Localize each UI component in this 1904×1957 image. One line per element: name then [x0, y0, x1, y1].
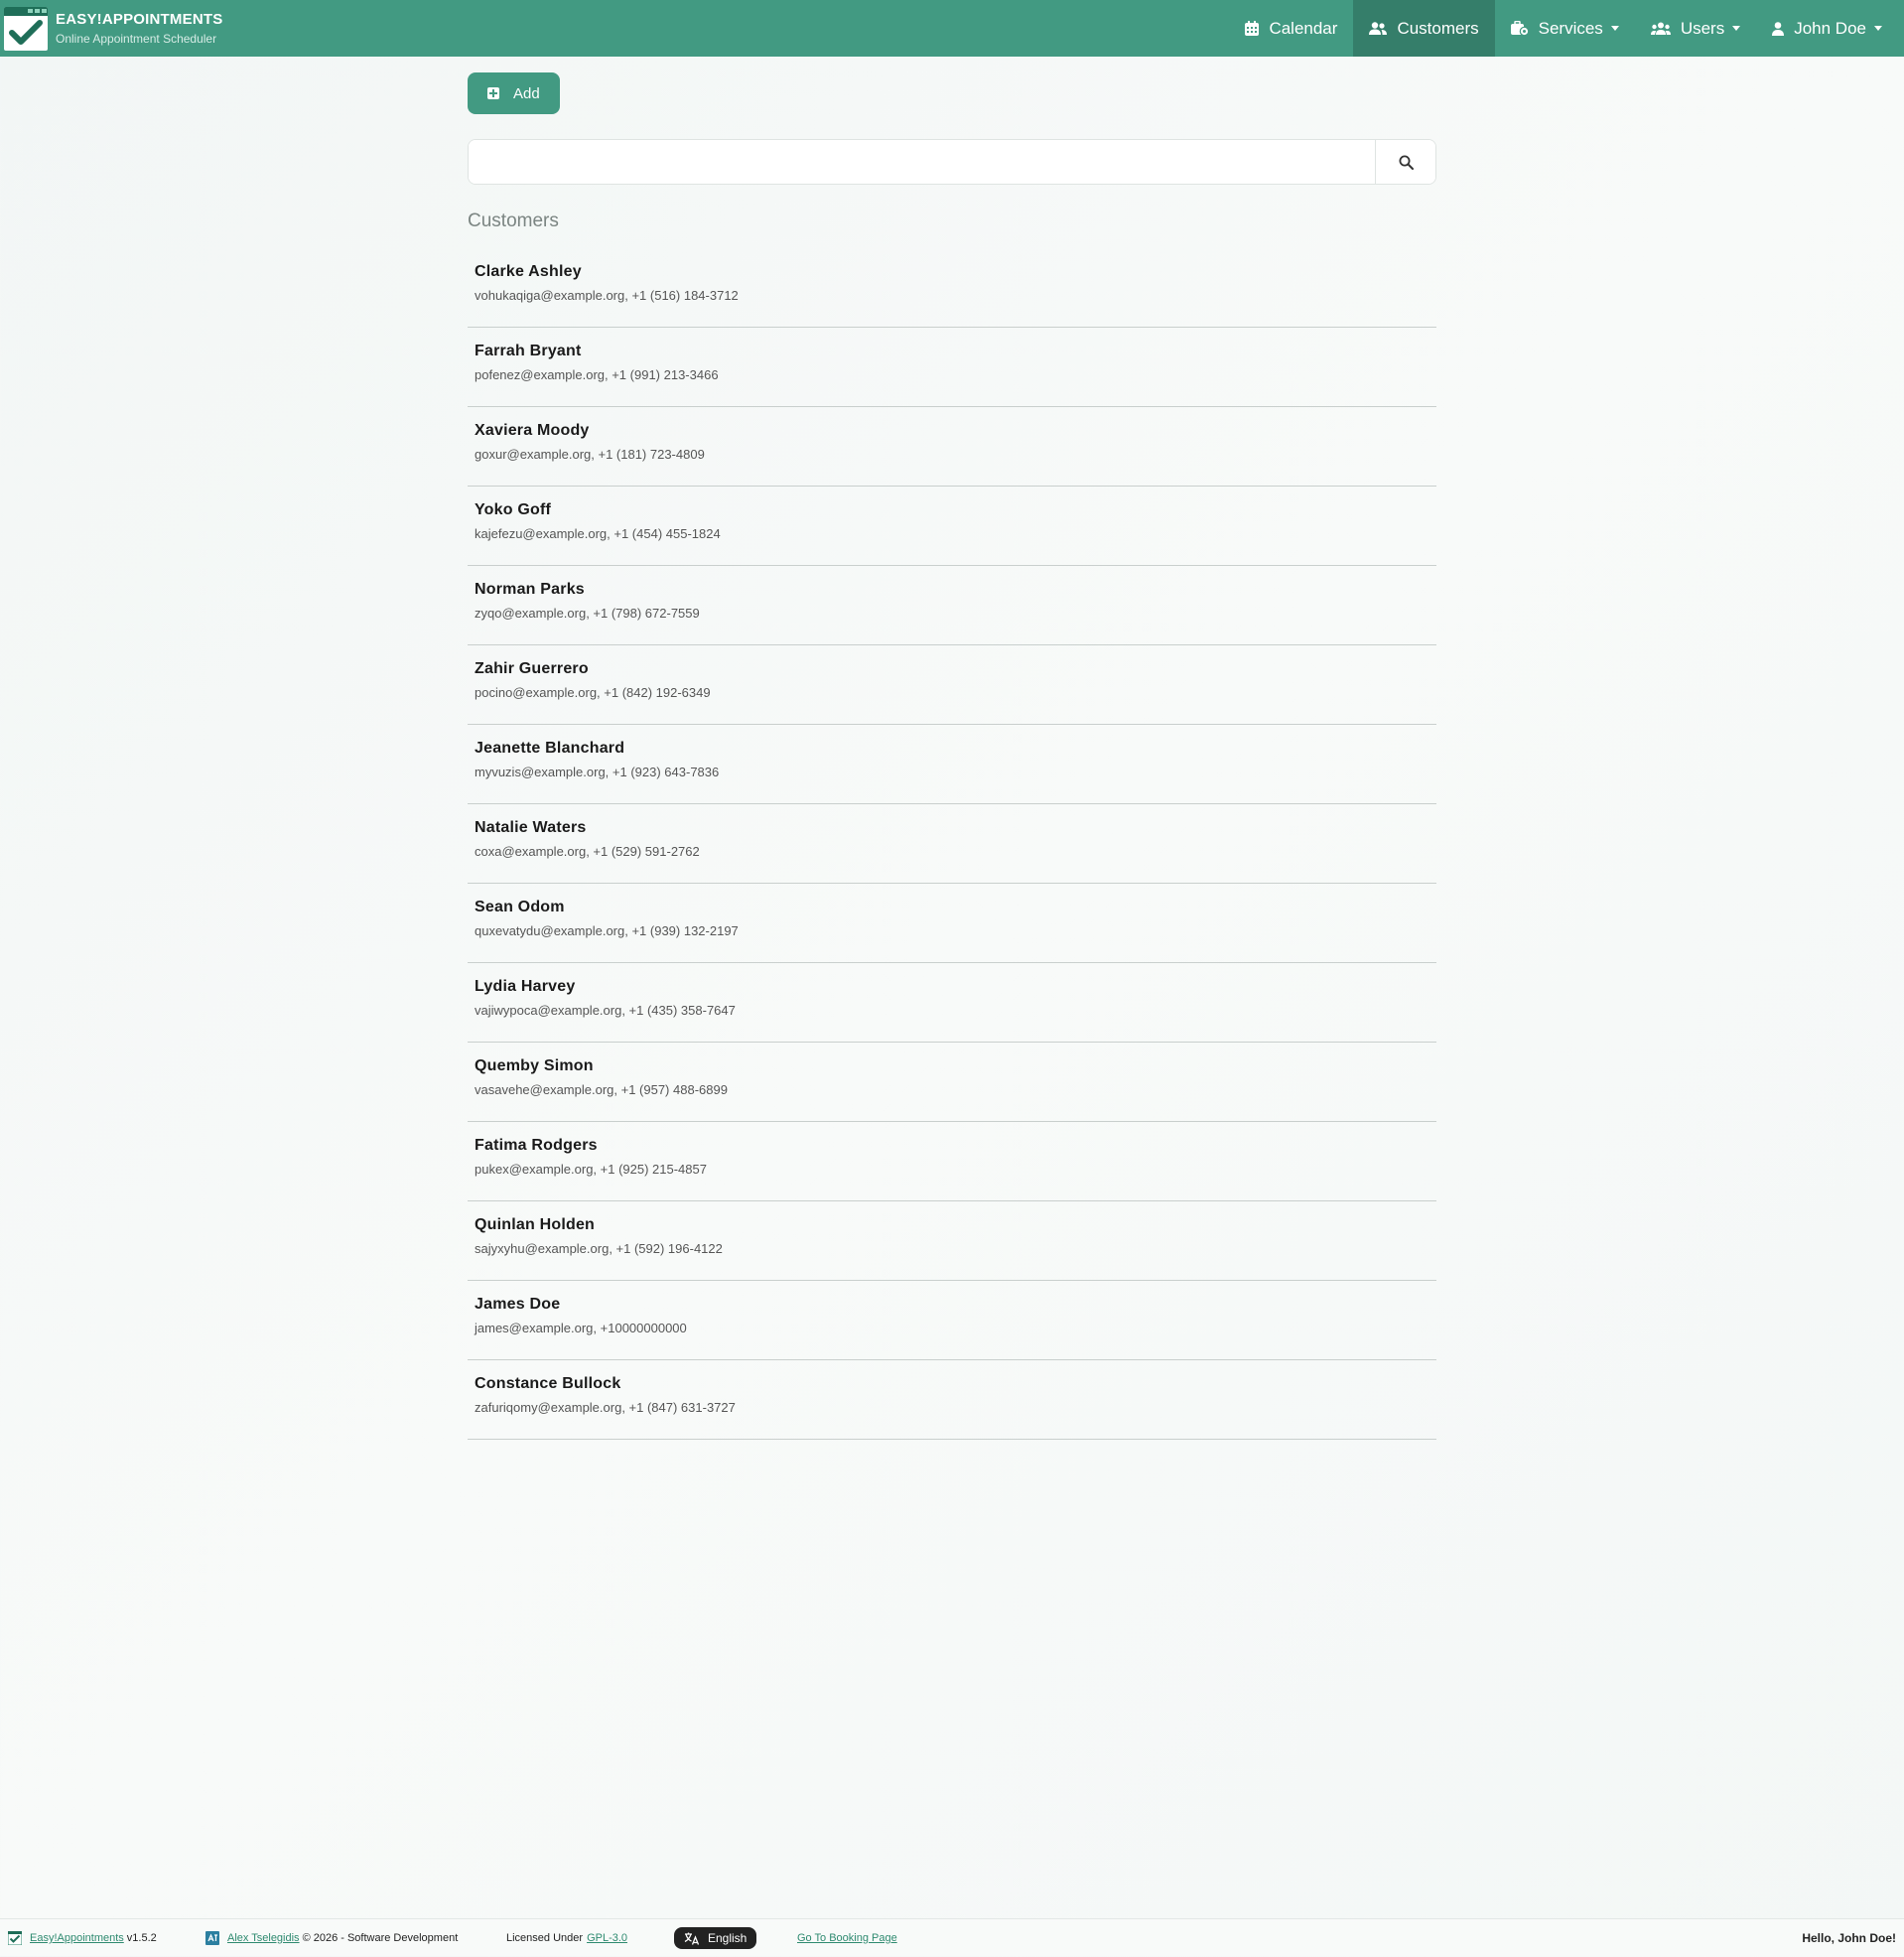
nav-users-dropdown[interactable]: Users: [1635, 0, 1756, 57]
chevron-down-icon: [1874, 26, 1882, 31]
customer-list-item[interactable]: Xaviera Moody goxur@example.org, +1 (181)…: [468, 407, 1436, 487]
nav-users-label: Users: [1680, 18, 1725, 38]
customer-contact: james@example.org, +10000000000: [475, 1321, 687, 1335]
customer-name: Yoko Goff: [475, 501, 552, 518]
footer-copyright: © 2026 - Software Development: [302, 1932, 459, 1944]
search-input[interactable]: [469, 140, 1375, 184]
search-button[interactable]: [1375, 140, 1435, 184]
customer-list: Clarke Ashley vohukaqiga@example.org, +1 …: [468, 248, 1436, 1440]
language-label: English: [708, 1931, 748, 1945]
booking-page-link[interactable]: Go To Booking Page: [797, 1932, 897, 1944]
plus-square-icon: [487, 87, 499, 99]
customer-name: Sean Odom: [475, 899, 565, 915]
customer-contact: quxevatydu@example.org, +1 (939) 132-219…: [475, 923, 739, 938]
nav-account-label: John Doe: [1794, 18, 1866, 38]
customer-list-item[interactable]: Norman Parks zyqo@example.org, +1 (798) 6…: [468, 566, 1436, 645]
footer-license-link[interactable]: GPL-3.0: [587, 1932, 627, 1944]
nav-services-dropdown[interactable]: Services: [1495, 0, 1635, 57]
customer-list-item[interactable]: Sean Odom quxevatydu@example.org, +1 (939…: [468, 884, 1436, 963]
nav-calendar-label: Calendar: [1269, 18, 1338, 38]
user-icon: [1772, 21, 1785, 36]
customer-contact: goxur@example.org, +1 (181) 723-4809: [475, 447, 705, 462]
customer-contact: vohukaqiga@example.org, +1 (516) 184-371…: [475, 288, 739, 303]
add-button-label: Add: [513, 84, 540, 102]
customer-contact: zyqo@example.org, +1 (798) 672-7559: [475, 606, 700, 621]
customer-contact: sajyxyhu@example.org, +1 (592) 196-4122: [475, 1241, 723, 1256]
customer-list-item[interactable]: James Doe james@example.org, +10000000000: [468, 1281, 1436, 1360]
customer-name: Constance Bullock: [475, 1375, 621, 1392]
customers-page: Add Customers Clarke Ashley vohukaqiga@ex…: [468, 72, 1436, 1440]
search-bar: [468, 139, 1436, 185]
customer-list-item[interactable]: Constance Bullock zafuriqomy@example.org,…: [468, 1360, 1436, 1440]
customer-name: James Doe: [475, 1296, 561, 1313]
customer-list-item[interactable]: Quinlan Holden sajyxyhu@example.org, +1 (…: [468, 1201, 1436, 1281]
nav-customers[interactable]: Customers: [1353, 0, 1495, 57]
customer-name: Fatima Rodgers: [475, 1137, 598, 1154]
footer-app: Easy!Appointments v1.5.2: [8, 1919, 157, 1957]
list-title: Customers: [468, 210, 559, 231]
customer-list-item[interactable]: Zahir Guerrero pocino@example.org, +1 (84…: [468, 645, 1436, 725]
brand-title: EASY!APPOINTMENTS: [56, 10, 223, 28]
footer-greeting: Hello, John Doe!: [1802, 1919, 1896, 1957]
customer-name: Natalie Waters: [475, 819, 587, 836]
main-nav: Calendar Customers Services Users John D…: [1229, 0, 1904, 57]
nav-calendar[interactable]: Calendar: [1229, 0, 1353, 57]
footer-language: English: [674, 1919, 757, 1957]
search-icon: [1399, 155, 1414, 170]
footer-author-link[interactable]: Alex Tselegidis: [227, 1932, 300, 1944]
footer-author: Alex Tselegidis © 2026 - Software Develo…: [205, 1919, 458, 1957]
customer-contact: zafuriqomy@example.org, +1 (847) 631-372…: [475, 1400, 736, 1415]
customer-name: Clarke Ashley: [475, 263, 582, 280]
customer-name: Zahir Guerrero: [475, 660, 589, 677]
language-selector[interactable]: English: [674, 1927, 757, 1949]
services-icon: [1510, 21, 1529, 36]
footer-app-link[interactable]: Easy!Appointments: [30, 1932, 124, 1944]
customer-name: Norman Parks: [475, 581, 585, 598]
customer-list-item[interactable]: Clarke Ashley vohukaqiga@example.org, +1 …: [468, 248, 1436, 328]
customer-list-item[interactable]: Quemby Simon vasavehe@example.org, +1 (95…: [468, 1043, 1436, 1122]
nav-services-label: Services: [1538, 18, 1603, 38]
customer-name: Lydia Harvey: [475, 978, 576, 995]
footer-booking: Go To Booking Page: [797, 1919, 897, 1957]
footer-license: Licensed Under GPL-3.0: [506, 1919, 627, 1957]
top-navbar: EASY!APPOINTMENTS Online Appointment Sch…: [0, 0, 1904, 57]
customer-list-item[interactable]: Fatima Rodgers pukex@example.org, +1 (925…: [468, 1122, 1436, 1201]
customer-list-item[interactable]: Yoko Goff kajefezu@example.org, +1 (454) …: [468, 487, 1436, 566]
chevron-down-icon: [1732, 26, 1741, 31]
nav-account-dropdown[interactable]: John Doe: [1756, 0, 1904, 57]
chevron-down-icon: [1610, 26, 1619, 31]
customer-name: Jeanette Blanchard: [475, 740, 625, 757]
customers-icon: [1369, 21, 1388, 35]
customer-name: Xaviera Moody: [475, 422, 590, 439]
customer-list-item[interactable]: Jeanette Blanchard myvuzis@example.org, +…: [468, 725, 1436, 804]
nav-customers-label: Customers: [1397, 18, 1479, 38]
customer-contact: pofenez@example.org, +1 (991) 213-3466: [475, 367, 719, 382]
translate-icon: [684, 1932, 700, 1945]
footer: Easy!Appointments v1.5.2 Alex Tselegidis…: [0, 1918, 1904, 1956]
customer-contact: myvuzis@example.org, +1 (923) 643-7836: [475, 765, 720, 779]
customer-name: Quemby Simon: [475, 1057, 594, 1074]
footer-version: v1.5.2: [126, 1932, 157, 1944]
customer-contact: pocino@example.org, +1 (842) 192-6349: [475, 685, 711, 700]
app-logo-icon: [4, 6, 48, 51]
customer-contact: coxa@example.org, +1 (529) 591-2762: [475, 844, 700, 859]
users-icon: [1650, 22, 1671, 35]
customer-list-item[interactable]: Farrah Bryant pofenez@example.org, +1 (99…: [468, 328, 1436, 407]
customer-contact: kajefezu@example.org, +1 (454) 455-1824: [475, 526, 721, 541]
customer-contact: vasavehe@example.org, +1 (957) 488-6899: [475, 1082, 728, 1097]
brand-subtitle: Online Appointment Scheduler: [56, 31, 217, 46]
author-logo-icon: [205, 1931, 219, 1945]
customer-name: Quinlan Holden: [475, 1216, 596, 1233]
app-logo-icon: [8, 1931, 22, 1945]
customer-name: Farrah Bryant: [475, 343, 582, 359]
add-customer-button[interactable]: Add: [468, 72, 560, 114]
footer-license-prefix: Licensed Under: [506, 1932, 584, 1944]
customer-list-item[interactable]: Lydia Harvey vajiwypoca@example.org, +1 (…: [468, 963, 1436, 1043]
customer-contact: pukex@example.org, +1 (925) 215-4857: [475, 1162, 707, 1177]
greeting-text: Hello, John Doe!: [1802, 1931, 1896, 1945]
brand[interactable]: EASY!APPOINTMENTS Online Appointment Sch…: [4, 6, 222, 51]
calendar-icon: [1245, 21, 1260, 36]
customer-contact: vajiwypoca@example.org, +1 (435) 358-764…: [475, 1003, 736, 1018]
customer-list-item[interactable]: Natalie Waters coxa@example.org, +1 (529)…: [468, 804, 1436, 884]
